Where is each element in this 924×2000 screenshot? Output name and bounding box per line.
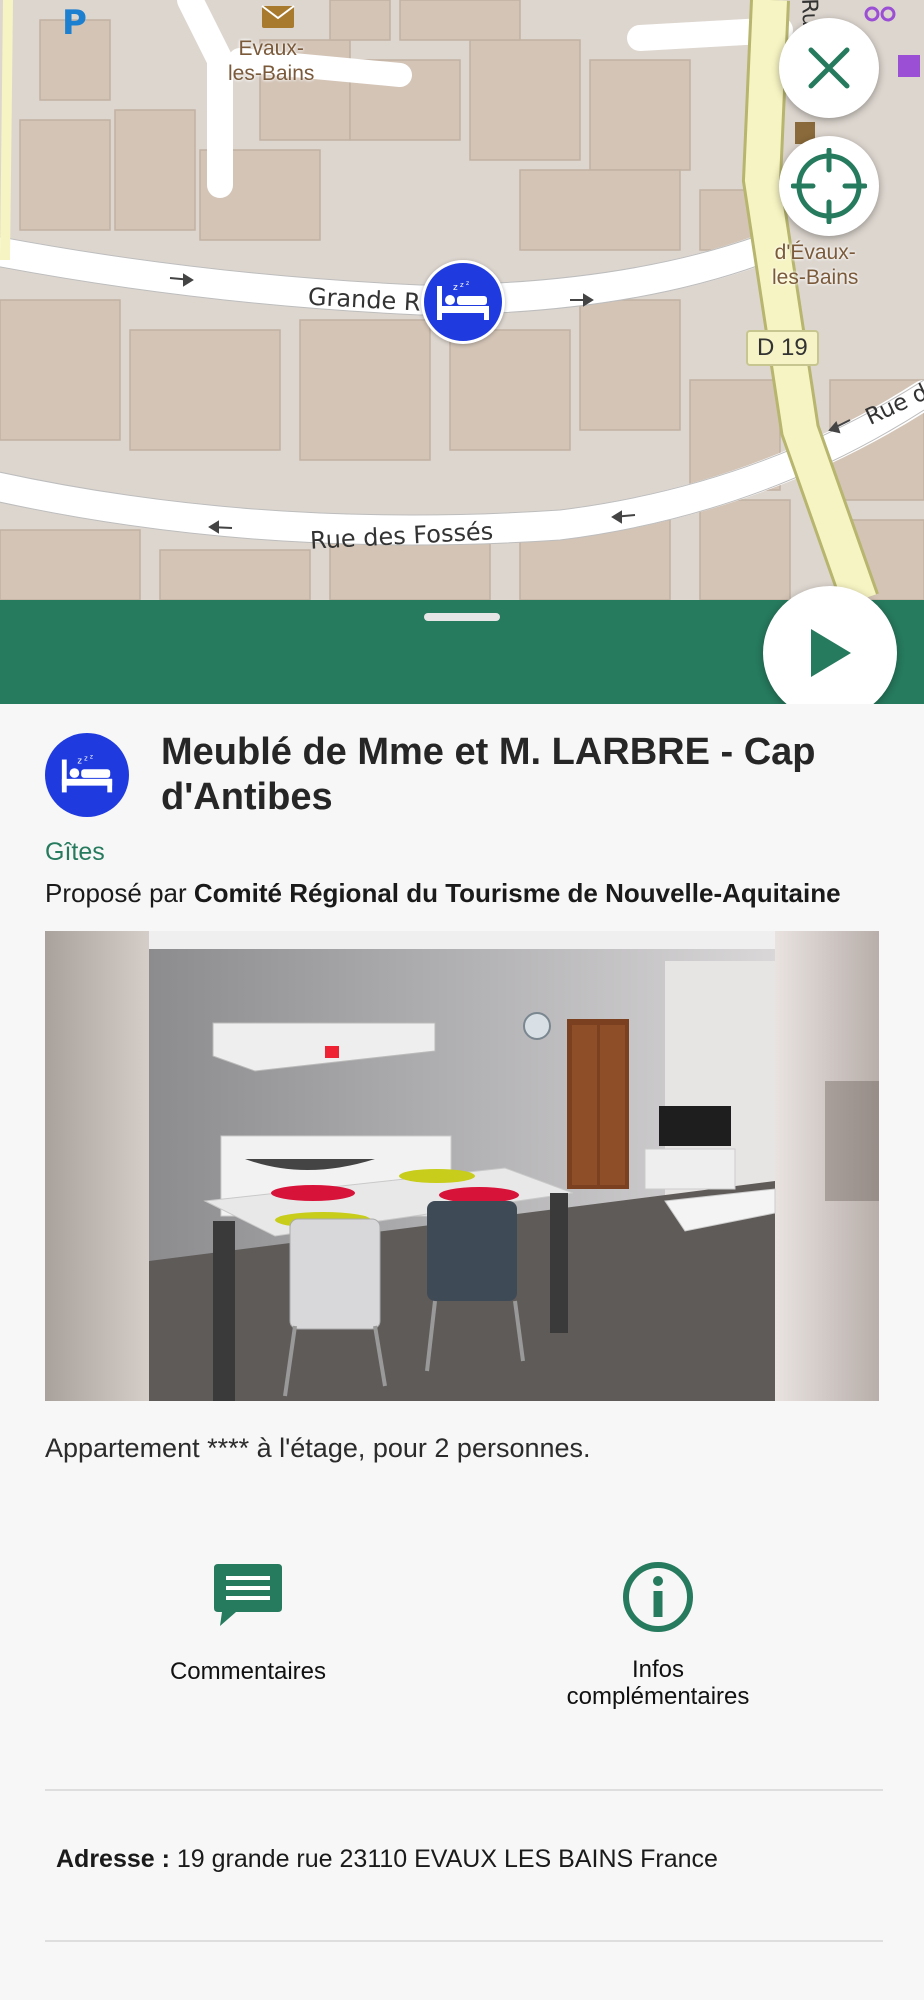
more-info-button[interactable]: Infos complémentaires: [530, 1560, 786, 1710]
svg-text:z: z: [453, 283, 458, 293]
poi-description: Appartement **** à l'étage, pour 2 perso…: [45, 1433, 591, 1463]
provider-name: Comité Régional du Tourisme de Nouvelle-…: [193, 878, 841, 908]
divider: [45, 1789, 883, 1791]
divider: [45, 1940, 883, 1942]
locate-me-button[interactable]: [779, 136, 879, 236]
poi-category: Gîtes: [45, 838, 105, 866]
svg-text:z: z: [77, 756, 82, 766]
map-label-evaux: Evaux-les-Bains: [228, 37, 315, 85]
svg-text:z: z: [460, 281, 464, 289]
svg-text:z: z: [84, 755, 88, 763]
play-icon: [811, 629, 851, 677]
svg-text:z: z: [466, 280, 469, 287]
comments-label: Commentaires: [169, 1658, 327, 1685]
road-badge-d19: D 19: [746, 330, 819, 366]
bed-icon: z z z: [61, 755, 113, 793]
provider-prefix: Proposé par: [45, 878, 194, 908]
close-button[interactable]: [779, 18, 879, 118]
navigate-play-button[interactable]: [763, 586, 897, 720]
comments-button[interactable]: Commentaires: [148, 1560, 348, 1685]
parking-icon: P: [62, 3, 87, 43]
category-icon: z z z: [45, 733, 129, 817]
address-label: Adresse :: [56, 1845, 177, 1873]
poi-marker[interactable]: z z z: [421, 260, 505, 344]
map-label-evaux-right: d'Évaux-les-Bains: [772, 241, 859, 289]
info-icon: [623, 1562, 693, 1632]
info-label-line1: Infos: [631, 1656, 685, 1683]
address-value: 19 grande rue 23110 EVAUX LES BAINS Fran…: [176, 1845, 718, 1873]
poi-address: Adresse : 19 grande rue 23110 EVAUX LES …: [56, 1845, 718, 1874]
poi-title: Meublé de Mme et M. LARBRE - Cap d'Antib…: [161, 731, 816, 818]
drag-handle[interactable]: [424, 613, 500, 621]
poi-photo[interactable]: [45, 931, 879, 1401]
crosshair-icon: [791, 148, 867, 224]
info-label-line2: complémentaires: [566, 1683, 750, 1710]
poi-provider: Proposé par Comité Régional du Tourisme …: [45, 878, 841, 909]
bed-icon: z z z: [437, 280, 489, 320]
svg-text:z: z: [90, 755, 93, 761]
room-photo: [45, 931, 879, 1401]
map-view[interactable]: P Evaux-les-Bains d'Évaux-les-Bains Gran…: [0, 0, 924, 600]
comment-bubble-icon: [214, 1564, 282, 1626]
close-x-icon: [808, 47, 850, 89]
